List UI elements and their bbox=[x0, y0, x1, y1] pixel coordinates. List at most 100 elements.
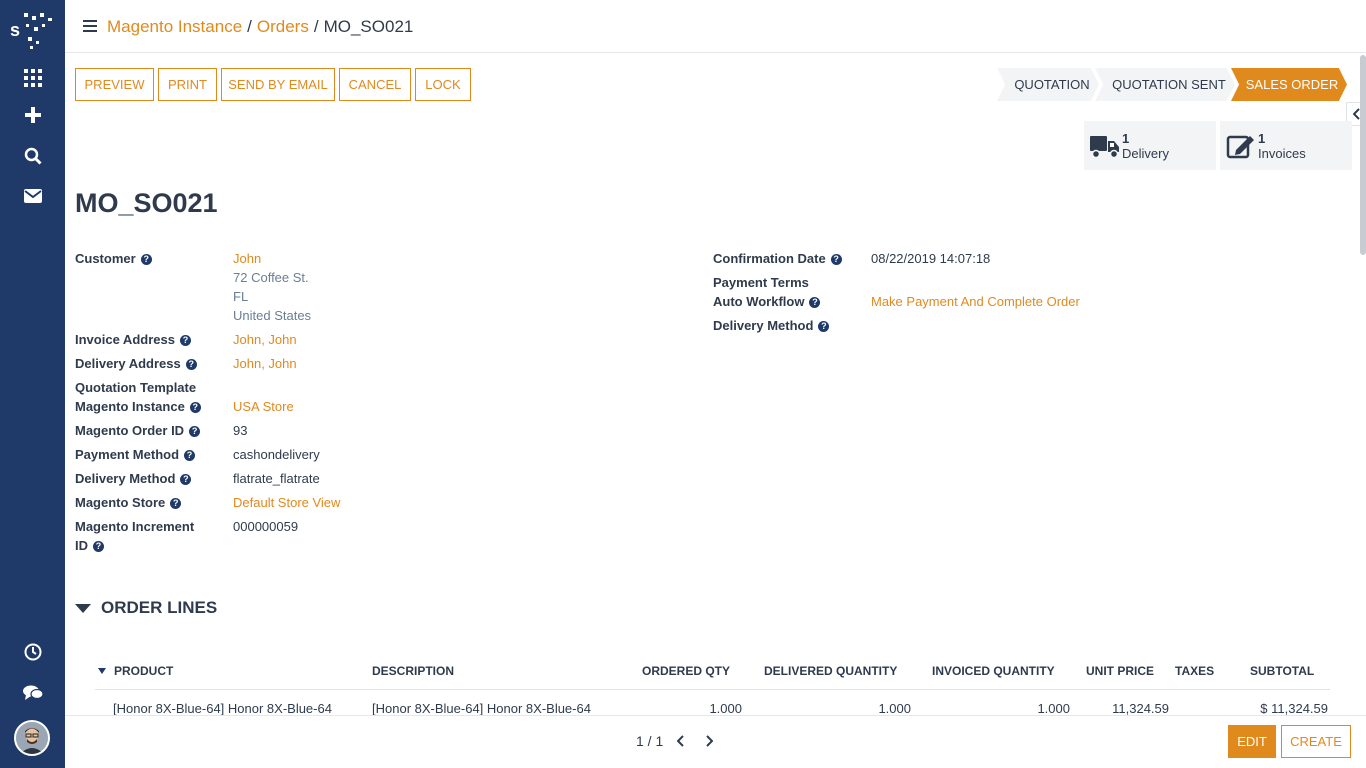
breadcrumb-current: MO_SO021 bbox=[323, 17, 414, 36]
order-lines-title: ORDER LINES bbox=[101, 598, 218, 617]
magento-order-id-value: 93 bbox=[233, 423, 248, 438]
help-icon[interactable]: ? bbox=[809, 297, 821, 308]
quotation-template-label: Quotation Template bbox=[75, 380, 197, 395]
search-icon[interactable] bbox=[18, 143, 48, 169]
pager-value: 1 / 1 bbox=[636, 733, 664, 749]
column-taxes[interactable]: TAXES bbox=[1175, 664, 1214, 678]
confirmation-date-value: 08/22/2019 14:07:18 bbox=[871, 251, 991, 266]
magento-order-id-label: Magento Order ID? bbox=[75, 421, 201, 440]
form-footer: 1 / 1 EDIT CREATE bbox=[65, 715, 1366, 768]
edit-invoice-icon bbox=[1226, 135, 1254, 158]
send-by-email-button[interactable]: SEND BY EMAIL bbox=[221, 68, 335, 101]
cell-invoiced-qty: 1.000 bbox=[1037, 701, 1070, 716]
column-delivered-qty[interactable]: DELIVERED QUANTITY bbox=[764, 664, 897, 678]
print-button[interactable]: PRINT bbox=[158, 68, 217, 101]
top-bar: Magento Instance / Orders / MO_SO021 bbox=[65, 0, 1366, 53]
menu-toggle-icon[interactable] bbox=[83, 20, 97, 32]
stage-quotation[interactable]: QUOTATION bbox=[997, 68, 1099, 101]
delivery-smart-text: 1 Delivery bbox=[1122, 131, 1169, 161]
column-invoiced-qty[interactable]: INVOICED QUANTITY bbox=[932, 664, 1055, 678]
app-sidebar: s bbox=[0, 0, 65, 768]
apps-grid-icon[interactable] bbox=[18, 65, 48, 91]
invoice-address-value[interactable]: John, John bbox=[233, 330, 297, 349]
stage-sales-order[interactable]: SALES ORDER bbox=[1231, 68, 1347, 101]
magento-store-value[interactable]: Default Store View bbox=[233, 493, 340, 512]
delivery-address-label: Delivery Address? bbox=[75, 354, 197, 373]
help-icon[interactable]: ? bbox=[140, 254, 152, 265]
invoice-address-label: Invoice Address? bbox=[75, 330, 191, 349]
preview-button[interactable]: PREVIEW bbox=[75, 68, 154, 101]
help-icon[interactable]: ? bbox=[830, 254, 842, 265]
column-unit-price[interactable]: UNIT PRICE bbox=[1086, 664, 1154, 678]
magento-increment-id-label-2: ID? bbox=[75, 536, 104, 555]
cell-delivered-qty: 1.000 bbox=[878, 701, 911, 716]
right-delivery-method-label: Delivery Method? bbox=[713, 316, 830, 335]
stage-quotation-sent[interactable]: QUOTATION SENT bbox=[1095, 68, 1235, 101]
invoices-smart-text: 1 Invoices bbox=[1258, 131, 1306, 161]
user-avatar[interactable] bbox=[14, 720, 50, 756]
auto-workflow-value[interactable]: Make Payment And Complete Order bbox=[871, 292, 1080, 311]
delivery-method-label: Delivery Method? bbox=[75, 469, 192, 488]
cancel-button[interactable]: CANCEL bbox=[339, 68, 411, 101]
help-icon[interactable]: ? bbox=[185, 359, 197, 370]
invoices-label: Invoices bbox=[1258, 145, 1306, 161]
payment-terms-label: Payment Terms bbox=[713, 275, 809, 290]
invoices-count: 1 bbox=[1258, 130, 1266, 146]
create-button[interactable]: CREATE bbox=[1281, 725, 1351, 758]
clock-icon[interactable] bbox=[18, 639, 48, 665]
help-icon[interactable]: ? bbox=[818, 321, 830, 332]
column-product[interactable]: PRODUCT bbox=[98, 664, 173, 678]
column-description[interactable]: DESCRIPTION bbox=[372, 664, 454, 678]
payment-method-label: Payment Method? bbox=[75, 445, 196, 464]
cell-description: [Honor 8X-Blue-64] Honor 8X-Blue-64 bbox=[372, 701, 591, 716]
order-lines-table-header: PRODUCT DESCRIPTION ORDERED QTY DELIVERE… bbox=[95, 662, 1330, 690]
help-icon[interactable]: ? bbox=[93, 541, 104, 552]
magento-store-label: Magento Store? bbox=[75, 493, 182, 512]
delivery-address-value[interactable]: John, John bbox=[233, 354, 297, 373]
customer-address-line: FL bbox=[233, 289, 249, 304]
help-icon[interactable]: ? bbox=[180, 474, 192, 485]
chevron-left-icon[interactable] bbox=[673, 732, 689, 750]
order-lines-header[interactable]: ORDER LINES bbox=[75, 598, 217, 618]
truck-icon bbox=[1090, 135, 1119, 158]
payment-method-value: cashondelivery bbox=[233, 447, 320, 462]
column-subtotal[interactable]: SUBTOTAL bbox=[1250, 664, 1314, 678]
edit-button[interactable]: EDIT bbox=[1228, 725, 1276, 758]
app-logo-icon[interactable]: s bbox=[10, 10, 56, 50]
breadcrumb-orders[interactable]: Orders bbox=[257, 17, 309, 36]
lock-button[interactable]: LOCK bbox=[415, 68, 471, 101]
column-ordered-qty[interactable]: ORDERED QTY bbox=[642, 664, 730, 678]
breadcrumb-separator: / bbox=[313, 17, 319, 36]
breadcrumb: Magento Instance / Orders / MO_SO021 bbox=[107, 17, 413, 37]
svg-text:s: s bbox=[10, 20, 20, 40]
customer-address-line: United States bbox=[233, 308, 312, 323]
cell-product: [Honor 8X-Blue-64] Honor 8X-Blue-64 bbox=[113, 701, 332, 716]
plus-icon[interactable] bbox=[18, 102, 48, 128]
customer-label: Customer? bbox=[75, 249, 152, 268]
magento-increment-id-value: 000000059 bbox=[233, 519, 299, 534]
invoices-smart-button[interactable]: 1 Invoices bbox=[1220, 121, 1352, 170]
chevron-right-icon[interactable] bbox=[701, 732, 717, 750]
help-icon[interactable]: ? bbox=[189, 402, 201, 413]
help-icon[interactable]: ? bbox=[179, 335, 191, 346]
chat-icon[interactable] bbox=[18, 680, 48, 706]
scrollbar[interactable] bbox=[1360, 55, 1366, 255]
status-bar: QUOTATION QUOTATION SENT SALES ORDER bbox=[997, 68, 1347, 101]
mail-icon[interactable] bbox=[18, 183, 48, 209]
caret-down-icon bbox=[75, 603, 91, 613]
magento-increment-id-label: Magento Increment bbox=[75, 519, 195, 534]
help-icon[interactable]: ? bbox=[189, 426, 201, 437]
delivery-smart-button[interactable]: 1 Delivery bbox=[1084, 121, 1216, 170]
sort-caret-icon bbox=[98, 668, 106, 674]
breadcrumb-magento-instance[interactable]: Magento Instance bbox=[107, 17, 242, 36]
action-toolbar: PREVIEW PRINT SEND BY EMAIL CANCEL LOCK bbox=[75, 68, 471, 101]
auto-workflow-label: Auto Workflow? bbox=[713, 292, 821, 311]
confirmation-date-label: Confirmation Date? bbox=[713, 249, 842, 268]
cell-ordered-qty: 1.000 bbox=[709, 701, 742, 716]
customer-value[interactable]: John bbox=[233, 249, 261, 268]
magento-instance-value[interactable]: USA Store bbox=[233, 397, 294, 416]
delivery-label: Delivery bbox=[1122, 145, 1169, 161]
record-title: MO_SO021 bbox=[75, 188, 218, 218]
help-icon[interactable]: ? bbox=[184, 450, 196, 461]
help-icon[interactable]: ? bbox=[170, 498, 182, 509]
